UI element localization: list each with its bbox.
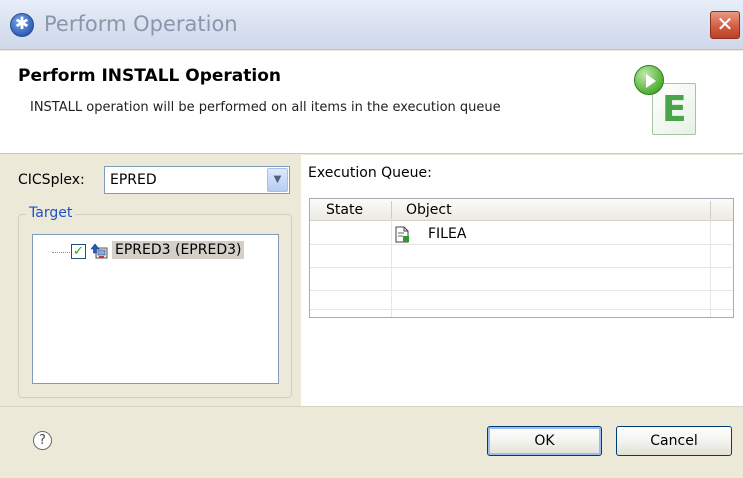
ok-button[interactable]: OK	[487, 426, 602, 456]
column-separator[interactable]	[391, 201, 392, 219]
install-operation-banner-icon: E	[630, 65, 710, 139]
cicsplex-combo[interactable]: EPRED ▼	[104, 166, 290, 194]
cics-region-icon	[90, 243, 108, 259]
table-grid-line	[310, 290, 733, 291]
header-title: Perform INSTALL Operation	[18, 66, 282, 86]
help-icon[interactable]: ?	[33, 431, 52, 450]
cicsplex-selected-value: EPRED	[110, 172, 157, 188]
tree-connector	[52, 252, 70, 253]
close-icon: ✕	[716, 12, 734, 36]
target-legend: Target	[26, 205, 76, 221]
execution-queue-table[interactable]: State Object FILEA	[309, 198, 734, 318]
table-grid-line	[310, 309, 733, 310]
header-description: INSTALL operation will be performed on a…	[30, 100, 501, 115]
cicsplex-label: CICSplex:	[18, 172, 85, 188]
column-header-object[interactable]: Object	[406, 202, 452, 218]
cancel-button[interactable]: Cancel	[616, 426, 732, 456]
table-grid-line	[710, 221, 711, 317]
target-item-label[interactable]: EPRED3 (EPRED3)	[112, 241, 245, 259]
eclipse-star-icon: ✱	[10, 13, 34, 37]
column-header-state[interactable]: State	[326, 202, 363, 218]
target-tree[interactable]: ✓ EPRED3 (EPRED3)	[32, 234, 279, 384]
banner-e-glyph: E	[662, 89, 687, 130]
execution-queue-label: Execution Queue:	[308, 165, 432, 181]
table-grid-line	[391, 221, 392, 317]
table-grid-line	[310, 244, 733, 245]
file-definition-icon	[395, 226, 409, 243]
column-separator[interactable]	[710, 201, 711, 219]
title-bar: ✱ Perform Operation ✕	[0, 0, 743, 50]
table-header: State Object	[310, 199, 733, 221]
chevron-down-icon[interactable]: ▼	[267, 168, 288, 192]
window-title: Perform Operation	[44, 12, 238, 36]
play-icon	[634, 65, 664, 95]
execution-queue-panel: Execution Queue: State Object FILEA	[301, 155, 743, 406]
table-cell-object[interactable]: FILEA	[428, 226, 466, 242]
dialog-header: Perform INSTALL Operation INSTALL operat…	[0, 51, 743, 154]
divider	[0, 406, 743, 407]
close-button[interactable]: ✕	[710, 11, 740, 39]
table-grid-line	[310, 267, 733, 268]
target-checkbox[interactable]: ✓	[71, 244, 86, 259]
